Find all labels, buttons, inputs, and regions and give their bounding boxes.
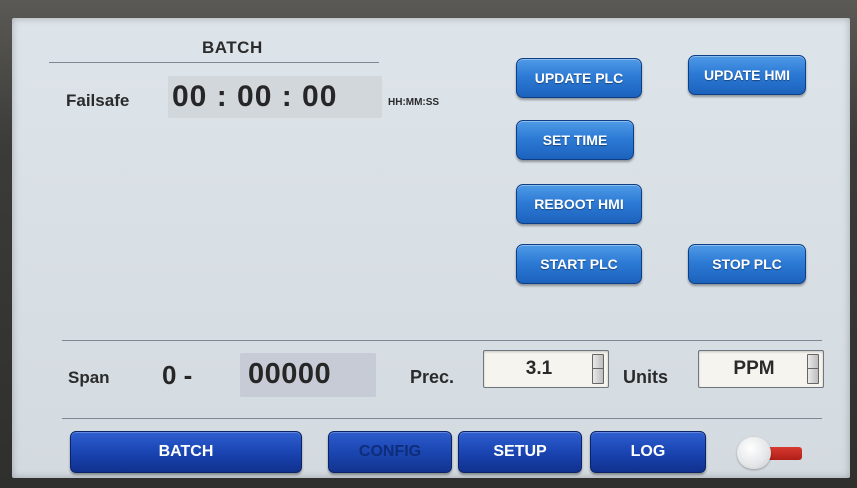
nav-log-button[interactable]: LOG — [590, 431, 706, 473]
precision-spinner[interactable] — [592, 354, 604, 384]
precision-value: 3.1 — [525, 358, 553, 379]
section-divider-top — [62, 340, 822, 341]
units-label: Units — [623, 367, 668, 387]
span-label: Span — [68, 368, 110, 387]
set-time-button[interactable]: SET TIME — [516, 120, 634, 160]
toggle-knob — [737, 437, 771, 469]
start-plc-button[interactable]: START PLC — [516, 244, 642, 284]
precision-label: Prec. — [410, 367, 455, 387]
hmi-screen: BATCH Failsafe 00 : 00 : 00 HH:MM:SS UPD… — [12, 18, 850, 478]
nav-batch-button[interactable]: BATCH — [70, 431, 302, 473]
title-divider — [49, 62, 379, 63]
reboot-hmi-button[interactable]: REBOOT HMI — [516, 184, 642, 224]
update-hmi-button[interactable]: UPDATE HMI — [688, 55, 806, 95]
section-divider-bottom — [62, 418, 822, 419]
span-high-value: 00000 — [248, 358, 332, 390]
stop-plc-button[interactable]: STOP PLC — [688, 244, 806, 284]
nav-config-button[interactable]: CONFIG — [328, 431, 452, 473]
units-spinner[interactable] — [807, 354, 819, 384]
precision-select[interactable]: 3.1 — [483, 350, 609, 388]
page-title: BATCH — [202, 38, 263, 57]
failsafe-label: Failsafe — [66, 91, 130, 110]
power-toggle-switch[interactable] — [737, 437, 807, 469]
time-format-label: HH:MM:SS — [388, 97, 440, 108]
update-plc-button[interactable]: UPDATE PLC — [516, 58, 642, 98]
failsafe-time-value: 00 : 00 : 00 — [172, 80, 338, 113]
nav-setup-button[interactable]: SETUP — [458, 431, 582, 473]
units-select[interactable]: PPM — [698, 350, 824, 388]
span-low-value: 0 - — [162, 360, 193, 390]
units-value: PPM — [733, 358, 775, 379]
